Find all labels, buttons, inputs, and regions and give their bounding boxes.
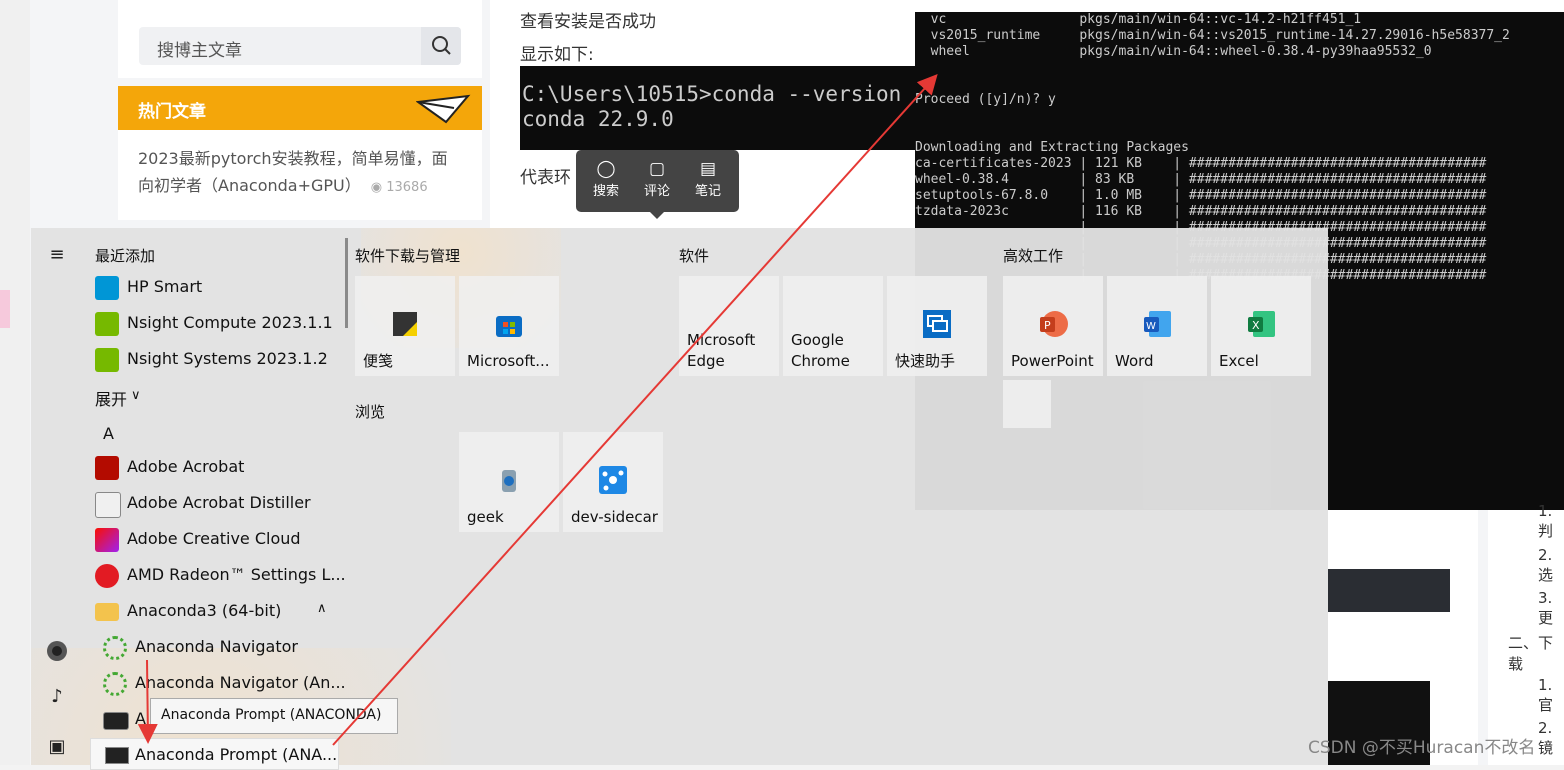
annotation-arrow-to-terminal (332, 74, 938, 746)
annotation-arrows (137, 74, 938, 746)
annotation-arrow-to-prompt (137, 659, 158, 744)
